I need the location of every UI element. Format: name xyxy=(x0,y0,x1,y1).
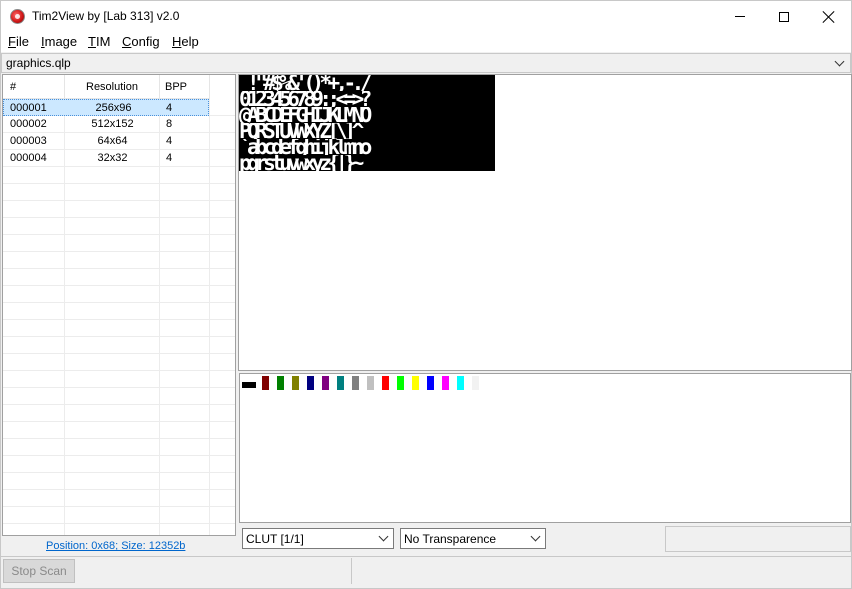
row-bpp: 8 xyxy=(166,118,173,130)
clut-swatch[interactable] xyxy=(457,376,464,390)
glyph-row: 0123456789:;<=>? xyxy=(239,91,372,107)
row-id: 000004 xyxy=(10,152,47,164)
glyph-row: !"#$%&'()*+,-./ xyxy=(239,75,372,91)
status-message xyxy=(351,558,849,584)
window-title: Tim2View by [Lab 313] v2.0 xyxy=(32,9,180,23)
list-item[interactable]: 000004 32x32 4 xyxy=(3,150,209,167)
clut-select[interactable]: CLUT [1/1] xyxy=(242,528,394,549)
minimize-button[interactable] xyxy=(717,1,763,32)
close-button[interactable] xyxy=(806,1,852,32)
image-preview[interactable]: !"#$%&'()*+,-./ 0123456789:;<=>? @ABCDEF… xyxy=(238,74,852,371)
app-window: Tim2View by [Lab 313] v2.0 File Image TI… xyxy=(0,0,852,589)
tim-texture: !"#$%&'()*+,-./ 0123456789:;<=>? @ABCDEF… xyxy=(239,75,495,171)
row-resolution: 32x32 xyxy=(97,152,128,164)
menu-config[interactable]: Config xyxy=(122,34,160,49)
menu-file[interactable]: File xyxy=(8,34,29,49)
clut-select-value: CLUT [1/1] xyxy=(246,532,304,546)
column-header-bpp[interactable]: BPP xyxy=(160,75,210,99)
glyph-row: @ABCDEFGHIJKLMNO xyxy=(239,107,372,123)
status-bar: Stop Scan xyxy=(1,556,851,584)
menu-config-label: onfig xyxy=(131,34,160,49)
minimize-icon xyxy=(735,16,745,17)
maximize-button[interactable] xyxy=(761,1,807,32)
clut-swatch[interactable] xyxy=(322,376,329,390)
column-header-number[interactable]: # xyxy=(3,75,65,99)
clut-swatch[interactable] xyxy=(292,376,299,390)
clut-swatch[interactable] xyxy=(412,376,419,390)
row-id: 000003 xyxy=(10,135,47,147)
menu-file-accel: F xyxy=(8,34,16,49)
clut-swatch[interactable] xyxy=(397,376,404,390)
clut-swatch[interactable] xyxy=(352,376,359,390)
menu-image[interactable]: Image xyxy=(41,34,77,49)
list-item[interactable]: 000003 64x64 4 xyxy=(3,133,209,150)
menu-help[interactable]: Help xyxy=(172,34,199,49)
transparency-select[interactable]: No Transparence xyxy=(400,528,546,549)
clut-swatch[interactable] xyxy=(307,376,314,390)
clut-swatch[interactable] xyxy=(442,376,449,390)
glyph-row: `abcdefghijklmno xyxy=(239,139,372,155)
chevron-down-icon xyxy=(531,533,541,543)
row-bpp: 4 xyxy=(166,102,173,114)
close-icon xyxy=(823,11,835,23)
clut-swatch[interactable] xyxy=(242,382,256,388)
clut-swatch[interactable] xyxy=(472,376,479,390)
menu-tim-accel: T xyxy=(88,34,96,49)
menu-image-label: mage xyxy=(44,34,78,49)
stop-scan-button[interactable]: Stop Scan xyxy=(3,559,75,583)
menu-help-accel: H xyxy=(172,34,182,49)
menu-tim-label: IM xyxy=(95,34,111,49)
column-header-resolution[interactable]: Resolution xyxy=(65,75,160,99)
list-item[interactable]: 000002 512x152 8 xyxy=(3,116,209,133)
file-name: graphics.qlp xyxy=(6,56,71,70)
clut-palette[interactable] xyxy=(239,373,851,523)
clut-swatch[interactable] xyxy=(382,376,389,390)
transparency-select-value: No Transparence xyxy=(404,532,497,546)
chevron-down-icon[interactable] xyxy=(834,56,846,69)
clut-swatch[interactable] xyxy=(367,376,374,390)
tim-list[interactable]: # Resolution BPP 000001 256x96 4 000002 … xyxy=(2,74,236,536)
progress-area xyxy=(77,558,350,584)
menu-bar: File Image TIM Config Help xyxy=(1,32,851,52)
row-bpp: 4 xyxy=(166,135,173,147)
list-item[interactable]: 000001 256x96 4 xyxy=(3,99,209,116)
clut-swatch[interactable] xyxy=(262,376,269,390)
chevron-down-icon xyxy=(379,533,389,543)
row-id: 000001 xyxy=(10,102,47,114)
menu-help-label: elp xyxy=(181,34,199,49)
row-resolution: 256x96 xyxy=(95,102,132,114)
position-size-link[interactable]: Position: 0x68; Size: 12352b xyxy=(46,540,185,552)
info-box xyxy=(665,526,851,552)
row-bpp: 4 xyxy=(166,152,173,164)
file-path-combo[interactable]: graphics.qlp xyxy=(1,53,851,73)
menu-file-label: ile xyxy=(15,34,29,49)
glyph-row: pqrstuvwxyz{|}~ xyxy=(239,155,368,171)
maximize-icon xyxy=(779,11,789,22)
glyph-row: PQRSTUVWXYZ[\]^_ xyxy=(239,123,372,139)
menu-config-accel: C xyxy=(122,34,132,49)
row-resolution: 64x64 xyxy=(97,135,128,147)
app-logo-icon xyxy=(10,9,25,24)
clut-swatch[interactable] xyxy=(277,376,284,390)
row-resolution: 512x152 xyxy=(91,118,134,130)
clut-swatch[interactable] xyxy=(427,376,434,390)
title-bar[interactable]: Tim2View by [Lab 313] v2.0 xyxy=(1,1,851,32)
menu-tim[interactable]: TIM xyxy=(88,34,110,49)
row-id: 000002 xyxy=(10,118,47,130)
clut-swatch[interactable] xyxy=(337,376,344,390)
